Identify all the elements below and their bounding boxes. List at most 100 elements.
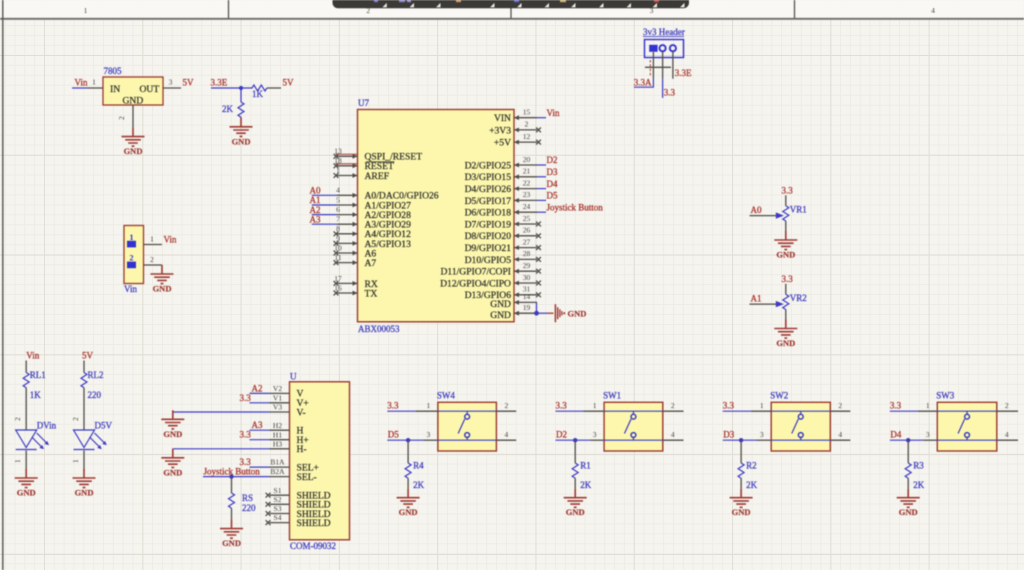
svg-text:2: 2 xyxy=(838,401,842,410)
svg-text:S2: S2 xyxy=(274,495,282,504)
svg-text:3: 3 xyxy=(926,430,930,439)
svg-text:B1A: B1A xyxy=(270,458,285,467)
svg-text:3v3 Header: 3v3 Header xyxy=(643,27,685,37)
svg-text:H3: H3 xyxy=(273,439,282,448)
svg-text:A0: A0 xyxy=(751,205,762,215)
svg-text:RL2: RL2 xyxy=(88,370,104,380)
svg-text:A3: A3 xyxy=(310,214,321,224)
svg-text:2: 2 xyxy=(13,417,22,421)
svg-text:4: 4 xyxy=(505,430,509,439)
svg-text:SW4: SW4 xyxy=(437,390,456,400)
svg-text:S4: S4 xyxy=(274,513,282,522)
svg-text:23: 23 xyxy=(523,190,531,199)
svg-text:3.3E: 3.3E xyxy=(211,78,228,88)
svg-text:3.3: 3.3 xyxy=(782,274,794,284)
svg-text:Vin: Vin xyxy=(164,234,177,244)
svg-text:H2: H2 xyxy=(273,421,282,430)
svg-text:AREF: AREF xyxy=(365,171,390,182)
svg-text:2K: 2K xyxy=(746,480,758,490)
svg-text:D2: D2 xyxy=(556,429,567,439)
svg-text:3.3: 3.3 xyxy=(782,186,794,196)
svg-text:A2: A2 xyxy=(252,383,263,393)
svg-text:2: 2 xyxy=(129,253,133,263)
svg-text:220: 220 xyxy=(242,503,256,513)
svg-text:U: U xyxy=(290,371,297,381)
svg-text:3: 3 xyxy=(169,77,173,86)
svg-text:7: 7 xyxy=(336,215,340,224)
svg-text:26: 26 xyxy=(523,226,531,235)
svg-text:3: 3 xyxy=(427,430,431,439)
svg-text:OUT: OUT xyxy=(140,84,160,95)
svg-text:3.3: 3.3 xyxy=(556,400,568,410)
svg-text:D5V: D5V xyxy=(95,421,113,431)
svg-text:3.3: 3.3 xyxy=(890,400,902,410)
svg-text:+5V: +5V xyxy=(494,138,511,149)
svg-text:1: 1 xyxy=(427,401,431,410)
svg-text:3.3E: 3.3E xyxy=(675,68,692,78)
svg-text:V3: V3 xyxy=(273,403,282,412)
svg-text:220: 220 xyxy=(88,390,102,400)
svg-text:4: 4 xyxy=(838,430,842,439)
svg-text:3.3A: 3.3A xyxy=(634,77,652,87)
svg-text:SW3: SW3 xyxy=(936,390,955,400)
svg-text:ABX00053: ABX00053 xyxy=(358,324,400,334)
svg-text:V1: V1 xyxy=(273,393,282,402)
svg-text:3.3: 3.3 xyxy=(387,400,399,410)
svg-text:1: 1 xyxy=(71,459,80,463)
svg-text:Vin: Vin xyxy=(124,284,137,294)
svg-text:2K: 2K xyxy=(413,480,425,490)
svg-text:IN: IN xyxy=(110,84,120,95)
svg-text:Vin: Vin xyxy=(75,78,88,88)
svg-text:1: 1 xyxy=(13,459,22,463)
svg-text:3.3: 3.3 xyxy=(723,400,735,410)
svg-text:14: 14 xyxy=(523,292,531,301)
svg-text:GND: GND xyxy=(490,299,511,310)
svg-text:D5: D5 xyxy=(547,191,558,201)
svg-text:R1: R1 xyxy=(580,461,591,471)
svg-text:GND: GND xyxy=(568,308,587,318)
svg-text:4: 4 xyxy=(336,186,340,195)
svg-text:2K: 2K xyxy=(913,480,925,490)
svg-text:VR1: VR1 xyxy=(790,204,807,214)
svg-text:D3: D3 xyxy=(723,429,734,439)
svg-text:S3: S3 xyxy=(274,504,282,513)
svg-text:VIN: VIN xyxy=(494,113,511,124)
svg-text:RS: RS xyxy=(242,493,253,503)
svg-text:Vin: Vin xyxy=(26,351,39,361)
svg-text:1: 1 xyxy=(593,401,597,410)
svg-text:1: 1 xyxy=(129,232,133,242)
svg-text:2: 2 xyxy=(150,255,154,264)
svg-text:2: 2 xyxy=(525,120,529,129)
svg-text:GND: GND xyxy=(123,96,144,107)
svg-text:D12/GPIO4/CIPO: D12/GPIO4/CIPO xyxy=(440,278,511,289)
svg-text:D4: D4 xyxy=(890,429,901,439)
svg-text:2: 2 xyxy=(117,116,126,120)
svg-text:V-: V- xyxy=(297,407,306,418)
svg-text:A2: A2 xyxy=(310,205,321,215)
svg-text:D3/GPIO15: D3/GPIO15 xyxy=(465,172,512,183)
svg-text:2: 2 xyxy=(671,401,675,410)
svg-text:1K: 1K xyxy=(252,89,264,99)
svg-text:2: 2 xyxy=(505,401,509,410)
svg-text:7805: 7805 xyxy=(104,66,123,76)
svg-text:A0: A0 xyxy=(310,186,321,196)
svg-text:D8/GPIO20: D8/GPIO20 xyxy=(465,231,512,242)
svg-text:1: 1 xyxy=(92,77,96,86)
svg-text:SEL-: SEL- xyxy=(297,472,317,483)
svg-text:TX: TX xyxy=(365,288,378,299)
svg-text:4: 4 xyxy=(931,6,935,15)
svg-text:1: 1 xyxy=(760,401,764,410)
svg-text:D4: D4 xyxy=(547,179,558,189)
svg-text:D10/GPIO5: D10/GPIO5 xyxy=(465,255,512,266)
svg-text:U7: U7 xyxy=(358,98,369,108)
svg-text:22: 22 xyxy=(523,178,531,187)
svg-text:H-: H- xyxy=(297,444,307,455)
svg-text:15: 15 xyxy=(523,108,531,117)
svg-text:1K: 1K xyxy=(30,390,42,400)
svg-text:24: 24 xyxy=(523,202,531,211)
svg-text:SW2: SW2 xyxy=(770,390,788,400)
svg-text:5: 5 xyxy=(336,195,340,204)
svg-text:D6/GPIO18: D6/GPIO18 xyxy=(465,208,512,219)
svg-text:COM-09032: COM-09032 xyxy=(290,541,336,551)
svg-text:27: 27 xyxy=(523,237,531,246)
